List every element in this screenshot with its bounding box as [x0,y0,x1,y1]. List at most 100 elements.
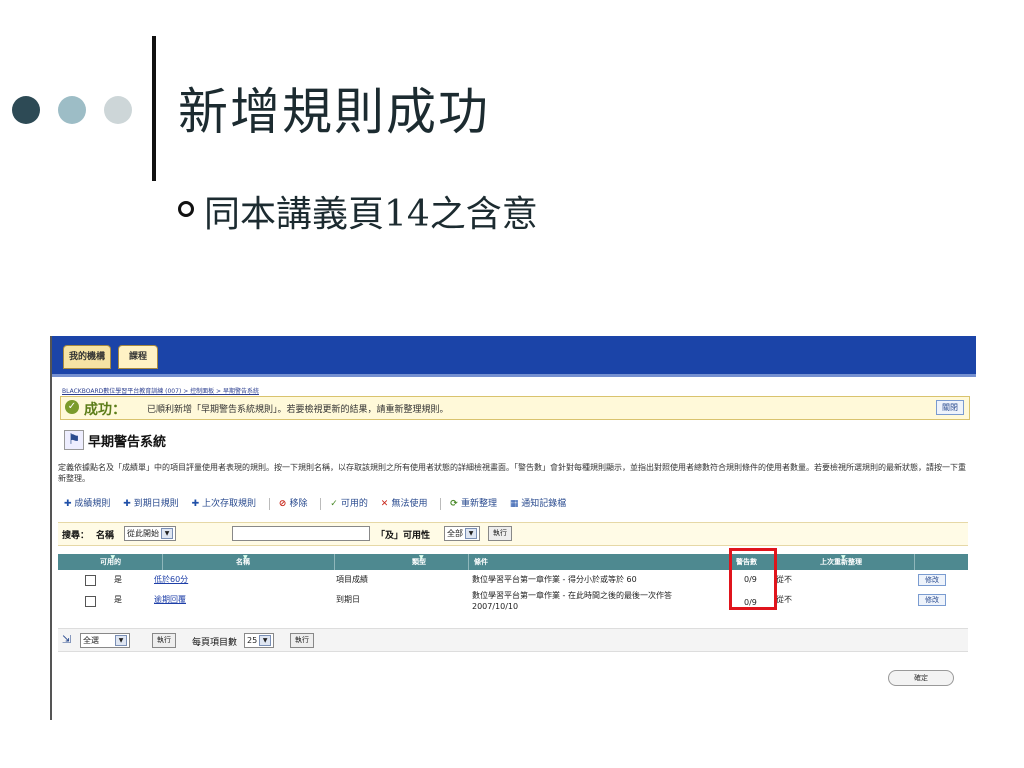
match-select[interactable]: 從此開始 ▼ [124,526,176,541]
rule-name-link[interactable]: 逾期回覆 [154,594,186,605]
divider [914,554,915,570]
cell-condition: 數位學習平台第一章作業 - 在此時間之後的最後一次作答 2007/10/10 [472,591,672,611]
unavailable-label: 無法使用 [391,499,428,509]
search-input[interactable] [232,526,370,541]
sort-arrow-icon: ▼ [110,554,116,561]
bulk-select[interactable]: 全選 ▼ [80,633,130,648]
bullet-dot-light [104,96,132,124]
divider [320,497,322,510]
add-rule-icon: ✚ [64,499,75,509]
grade-rule-label: 成績規則 [74,499,111,509]
slide-title: 新增規則成功 [178,83,490,141]
slide-bullet: 同本講義頁14之含意 [204,194,538,235]
divider [440,497,442,510]
unavailable-button[interactable]: ✕ 無法使用 [381,496,428,509]
success-message: 已順利新增「早期警告系統規則」。若要檢視更新的結果，請重新整理規則。 [147,405,449,415]
per-page-label: 每頁項目數 [192,638,238,648]
action-bar: ✚ 成績規則 ✚ 到期日規則 ✚ 上次存取規則 ⊘ 移除 ✓ 可用的 ✕ 無法使… [64,496,576,514]
checkmark-icon: ✓ [65,400,79,414]
tab-courses[interactable]: 課程 [118,345,158,369]
divider [162,554,163,570]
x-icon: ✕ [380,499,392,509]
header-type[interactable]: ▼ 類型 [412,554,426,567]
table-row: 是 低於60分 項目成績 數位學習平台第一章作業 - 得分小於或等於 60 0/… [58,572,968,588]
refresh-button[interactable]: ⟳ 重新整理 [450,496,497,509]
chart-icon: ▦ [509,499,522,509]
remove-button[interactable]: ⊘ 移除 [279,496,308,509]
edit-button[interactable]: 修改 [918,574,946,586]
chevron-down-icon: ▼ [161,528,173,539]
chevron-down-icon: ▼ [465,528,477,539]
last-access-rule-button[interactable]: ✚ 上次存取規則 [192,496,256,509]
header-name[interactable]: ▼ 名稱 [236,554,250,567]
search-label: 搜尋： [62,531,90,541]
last-access-rule-label: 上次存取規則 [202,499,257,509]
chevron-down-icon: ▼ [115,635,127,646]
breadcrumb[interactable]: BLACKBOARD數位學習平台教育訓練 (007) > 控制面板 > 早期警告… [62,386,259,395]
select-arrow-icon: ⇲ [62,633,72,646]
refresh-icon: ⟳ [450,499,461,509]
rule-name-link[interactable]: 低於60分 [154,574,188,585]
bullet-ring-icon [178,201,194,217]
warning-system-icon: ⚑ [64,430,84,450]
ok-button[interactable]: 確定 [888,670,954,686]
bullet-dot-dark [12,96,40,124]
search-bar: 搜尋： 名稱 從此開始 ▼ 「及」可用性 全部 ▼ 執行 [58,522,968,546]
cell-last-refresh: 從不 [776,575,792,584]
cell-available: 是 [114,575,122,584]
cell-type: 到期日 [336,595,360,604]
highlight-box [729,548,777,610]
success-banner: ✓ 成功： 已順利新增「早期警告系統規則」。若要檢視更新的結果，請重新整理規則。… [60,396,970,420]
notify-log-button[interactable]: ▦ 通知記錄檔 [510,496,566,509]
header-last-refresh[interactable]: ▼ 上次重新整理 [820,554,862,567]
cell-condition: 數位學習平台第一章作業 - 得分小於或等於 60 [472,575,637,584]
table-row: 是 逾期回覆 到期日 數位學習平台第一章作業 - 在此時間之後的最後一次作答 2… [58,590,968,614]
success-title: 成功： [84,402,126,418]
cell-available: 是 [114,595,122,604]
per-page-go-button[interactable]: 執行 [290,633,314,648]
sort-arrow-icon: ▼ [243,554,248,561]
remove-icon: ⊘ [278,499,290,509]
match-select-value: 從此開始 [127,529,159,538]
bottom-action-bar: ⇲ 全選 ▼ 執行 每頁項目數 25 ▼ 執行 [58,628,968,652]
bulk-go-button[interactable]: 執行 [152,633,176,648]
tab-bar: 我的機構 課程 [52,336,976,377]
header-condition: 條件 [474,558,488,566]
availability-label: 「及」可用性 [376,531,431,541]
embedded-screenshot: 我的機構 課程 BLACKBOARD數位學習平台教育訓練 (007) > 控制面… [50,336,976,720]
due-rule-label: 到期日規則 [133,499,179,509]
availability-select[interactable]: 全部 ▼ [444,526,480,541]
available-button[interactable]: ✓ 可用的 [330,496,368,509]
due-rule-button[interactable]: ✚ 到期日規則 [123,496,178,509]
bullet-dot-medium [58,96,86,124]
add-rule-icon: ✚ [123,499,134,509]
chevron-down-icon: ▼ [259,635,272,646]
table-header: ▼ 可用的 ▼ 名稱 ▼ 類型 條件 警告數 ▼ 上次重新整理 [58,554,968,570]
divider [334,554,335,570]
add-rule-icon: ✚ [191,499,202,509]
notify-log-label: 通知記錄檔 [521,499,567,509]
sort-arrow-icon: ▼ [841,554,846,561]
divider [468,554,469,570]
header-available[interactable]: ▼ 可用的 [100,554,121,567]
per-page-value: 25 [247,636,258,645]
close-button[interactable]: 關閉 [936,400,964,415]
row-checkbox[interactable] [85,596,96,607]
name-label: 名稱 [96,531,115,541]
tab-my-institution[interactable]: 我的機構 [63,345,111,369]
per-page-select[interactable]: 25 ▼ [244,633,275,648]
check-icon: ✓ [330,499,341,509]
row-checkbox[interactable] [85,575,96,586]
available-label: 可用的 [340,499,368,509]
remove-label: 移除 [289,499,308,509]
section-description: 定義依據點名及「成績單」中的項目評量使用者表現的規則。按一下規則名稱，以存取該規… [58,463,966,483]
cell-type: 項目成績 [336,575,368,584]
grade-rule-button[interactable]: ✚ 成績規則 [64,496,110,509]
section-title: 早期警告系統 [88,435,167,450]
search-go-button[interactable]: 執行 [488,526,512,541]
cell-last-refresh: 從不 [776,595,792,604]
divider [268,497,270,510]
sort-arrow-icon: ▼ [419,554,424,561]
edit-button[interactable]: 修改 [918,594,946,606]
availability-select-value: 全部 [447,529,463,538]
